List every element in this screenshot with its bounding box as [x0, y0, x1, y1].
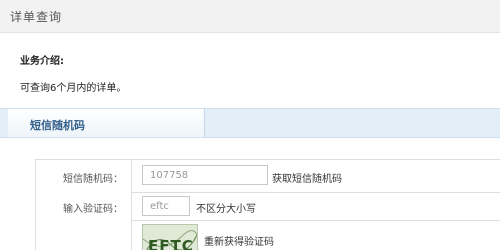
get-sms-code-link[interactable]: 获取短信随机码	[272, 170, 342, 185]
captcha-input[interactable]: eftc	[142, 196, 190, 216]
sms-code-value: 107758	[150, 170, 189, 181]
captcha-row: 输入验证码： eftc 不区分大小写	[36, 192, 500, 221]
sms-code-input[interactable]: 107758	[142, 165, 268, 185]
section-tab: 短信随机码	[8, 109, 205, 137]
detail-query-page: 详单查询 业务介绍: 可查询6个月内的详单。 短信随机码 短信随机码： 1077…	[0, 0, 500, 250]
case-insensitive-hint: 不区分大小写	[196, 204, 256, 215]
captcha-image-row: EFTC 重新获得验证码	[36, 220, 500, 250]
refresh-captcha-link[interactable]: 重新获得验证码	[204, 233, 274, 248]
section-title: 短信随机码	[30, 119, 85, 132]
page-title: 详单查询	[10, 10, 63, 24]
sms-code-row: 短信随机码： 107758 获取短信随机码	[36, 160, 500, 193]
sms-code-label-cell: 短信随机码：	[36, 160, 132, 192]
captcha-value: eftc	[150, 201, 169, 212]
intro-text: 可查询6个月内的详单。	[20, 83, 127, 94]
captcha-image-label-cell	[36, 220, 132, 250]
captcha-label-cell: 输入验证码：	[36, 192, 132, 220]
sms-code-label: 短信随机码：	[63, 174, 123, 185]
section-header: 短信随机码	[0, 108, 500, 138]
captcha-image-graphic: EFTC	[143, 225, 197, 250]
page-header: 详单查询	[0, 0, 500, 33]
captcha-label: 输入验证码：	[63, 204, 123, 215]
sms-verification-form: 短信随机码： 107758 获取短信随机码 输入验证码： eftc 不区分大小写	[35, 159, 500, 250]
intro-heading: 业务介绍:	[20, 56, 64, 67]
captcha-image[interactable]: EFTC	[142, 224, 198, 250]
captcha-image-text: EFTC	[148, 237, 194, 250]
